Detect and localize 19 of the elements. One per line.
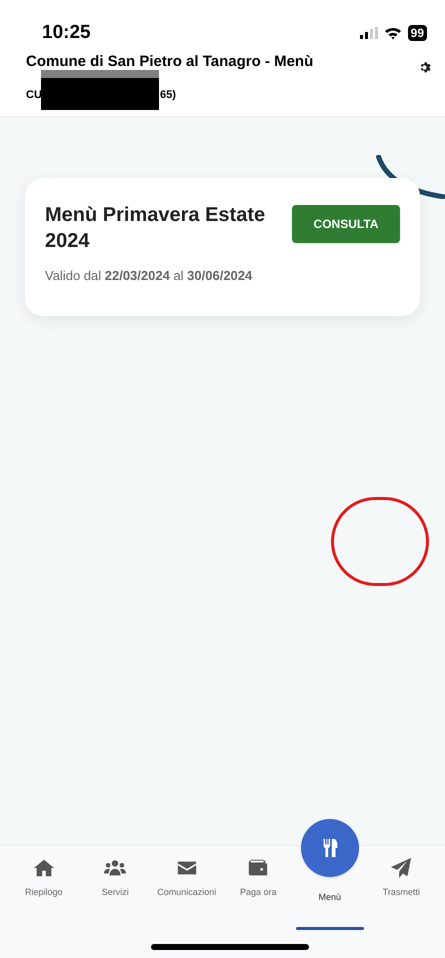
battery-level: 99 <box>408 25 427 41</box>
subtitle-text: CU <box>26 88 41 103</box>
settings-icon[interactable] <box>419 61 432 74</box>
nav-tab[interactable]: Comunicazioni <box>151 856 222 930</box>
validity-text: Valido dal 22/03/2024 al 30/06/2024 <box>45 267 254 285</box>
paper-plane-icon <box>390 857 412 879</box>
consulta-button[interactable]: CONSULTA <box>292 205 400 243</box>
wifi-icon <box>384 26 402 40</box>
nav-tab[interactable]: Menù <box>294 819 366 930</box>
menu-title: Menù Primavera Estate 2024 <box>45 203 266 254</box>
signal-icon <box>360 27 378 39</box>
subtitle-text: 65) <box>160 88 176 103</box>
page-title: Comune di San Pietro al Tanagro - Menù <box>26 52 314 72</box>
nav-tab[interactable]: Paga ora <box>222 856 294 930</box>
status-time: 10:25 <box>42 20 91 45</box>
home-icon <box>32 857 55 879</box>
nav-tab[interactable]: Trasmetti <box>366 856 437 930</box>
nav-tab[interactable]: Servizi <box>80 856 151 930</box>
nav-tab[interactable]: Riepilogo <box>8 856 80 930</box>
